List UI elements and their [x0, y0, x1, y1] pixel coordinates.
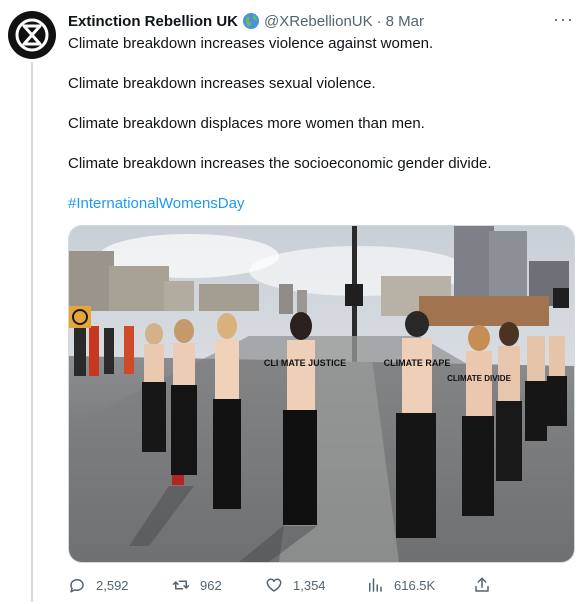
views-count: 616.5K — [394, 577, 436, 593]
more-icon[interactable]: ··· — [553, 9, 574, 30]
views-button[interactable]: 616.5K — [366, 574, 435, 596]
share-button[interactable] — [473, 574, 501, 596]
thread-line — [31, 62, 33, 602]
photo-illustration: CLI MATE JUSTICE CLIMATE RAPE CLIMATE DI… — [69, 226, 574, 562]
tweet-photo[interactable]: CLI MATE JUSTICE CLIMATE RAPE CLIMATE DI… — [68, 225, 575, 563]
tweet-date[interactable]: 8 Mar — [386, 13, 424, 30]
tweet-actions: 2,592 962 1,354 616.5K — [68, 574, 573, 596]
tweet-paragraph: Climate breakdown increases sexual viole… — [68, 75, 376, 92]
separator-dot: · — [376, 12, 382, 30]
reply-count: 2,592 — [96, 577, 129, 593]
reply-button[interactable]: 2,592 — [68, 574, 129, 596]
tweet-paragraph: Climate breakdown increases the socioeco… — [68, 155, 492, 172]
tweet-header: Extinction Rebellion UK @XRebellionUK · … — [68, 9, 574, 31]
share-icon — [475, 577, 489, 592]
sign-text: CLI MATE JUSTICE — [264, 358, 346, 368]
tweet-text: Climate breakdown increases violence aga… — [68, 34, 568, 214]
tweet-paragraph: Climate breakdown increases violence aga… — [68, 35, 434, 52]
xr-logo-icon — [15, 18, 49, 52]
like-count: 1,354 — [293, 577, 326, 593]
retweet-icon — [172, 580, 190, 590]
views-icon — [369, 578, 382, 592]
reply-icon — [70, 579, 84, 593]
hashtag-link[interactable]: #InternationalWomensDay — [68, 194, 568, 214]
globe-badge-icon — [242, 12, 260, 30]
retweet-count: 962 — [200, 577, 222, 593]
retweet-button[interactable]: 962 — [172, 574, 222, 596]
like-icon — [266, 578, 282, 592]
sign-text: CLIMATE RAPE — [384, 358, 451, 368]
like-button[interactable]: 1,354 — [265, 574, 326, 596]
sign-text: CLIMATE DIVIDE — [447, 374, 512, 383]
author-name[interactable]: Extinction Rebellion UK — [68, 13, 238, 30]
tweet-paragraph: Climate breakdown displaces more women t… — [68, 115, 425, 132]
avatar[interactable] — [8, 11, 56, 59]
author-handle[interactable]: @XRebellionUK — [264, 13, 373, 30]
